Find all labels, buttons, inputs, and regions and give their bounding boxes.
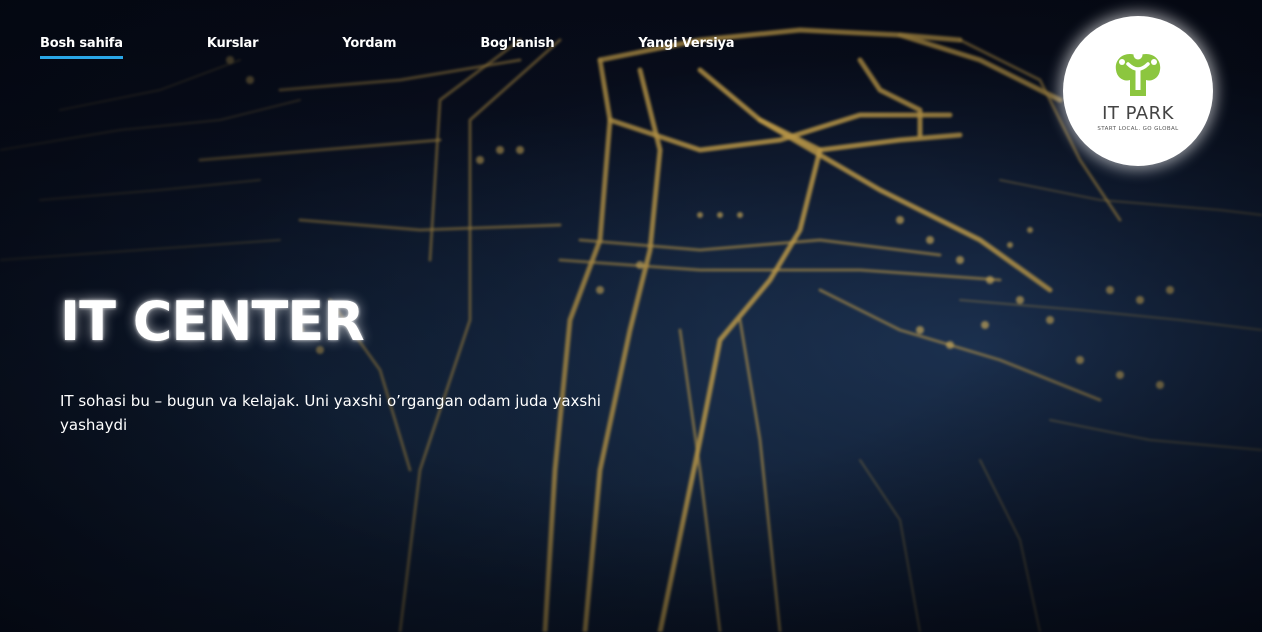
page-title: IT CENTER — [60, 290, 365, 353]
it-park-logo[interactable]: IT PARK START LOCAL. GO GLOBAL — [1063, 16, 1213, 166]
logo-name: IT PARK — [1102, 103, 1174, 124]
it-park-logo-icon — [1115, 50, 1161, 96]
nav-yordam[interactable]: Yordam — [342, 36, 396, 56]
hero-section: Bosh sahifa Kurslar Yordam Bog'lanish Ya… — [0, 0, 1262, 632]
nav-kurslar[interactable]: Kurslar — [207, 36, 259, 56]
nav-boglanish[interactable]: Bog'lanish — [480, 36, 554, 56]
logo-tagline: START LOCAL. GO GLOBAL — [1097, 126, 1179, 132]
nav-yangi-versiya[interactable]: Yangi Versiya — [638, 36, 734, 56]
main-nav: Bosh sahifa Kurslar Yordam Bog'lanish Ya… — [40, 36, 735, 59]
hero-subtitle: IT sohasi bu – bugun va kelajak. Uni yax… — [60, 392, 601, 434]
nav-bosh-sahifa[interactable]: Bosh sahifa — [40, 36, 123, 59]
